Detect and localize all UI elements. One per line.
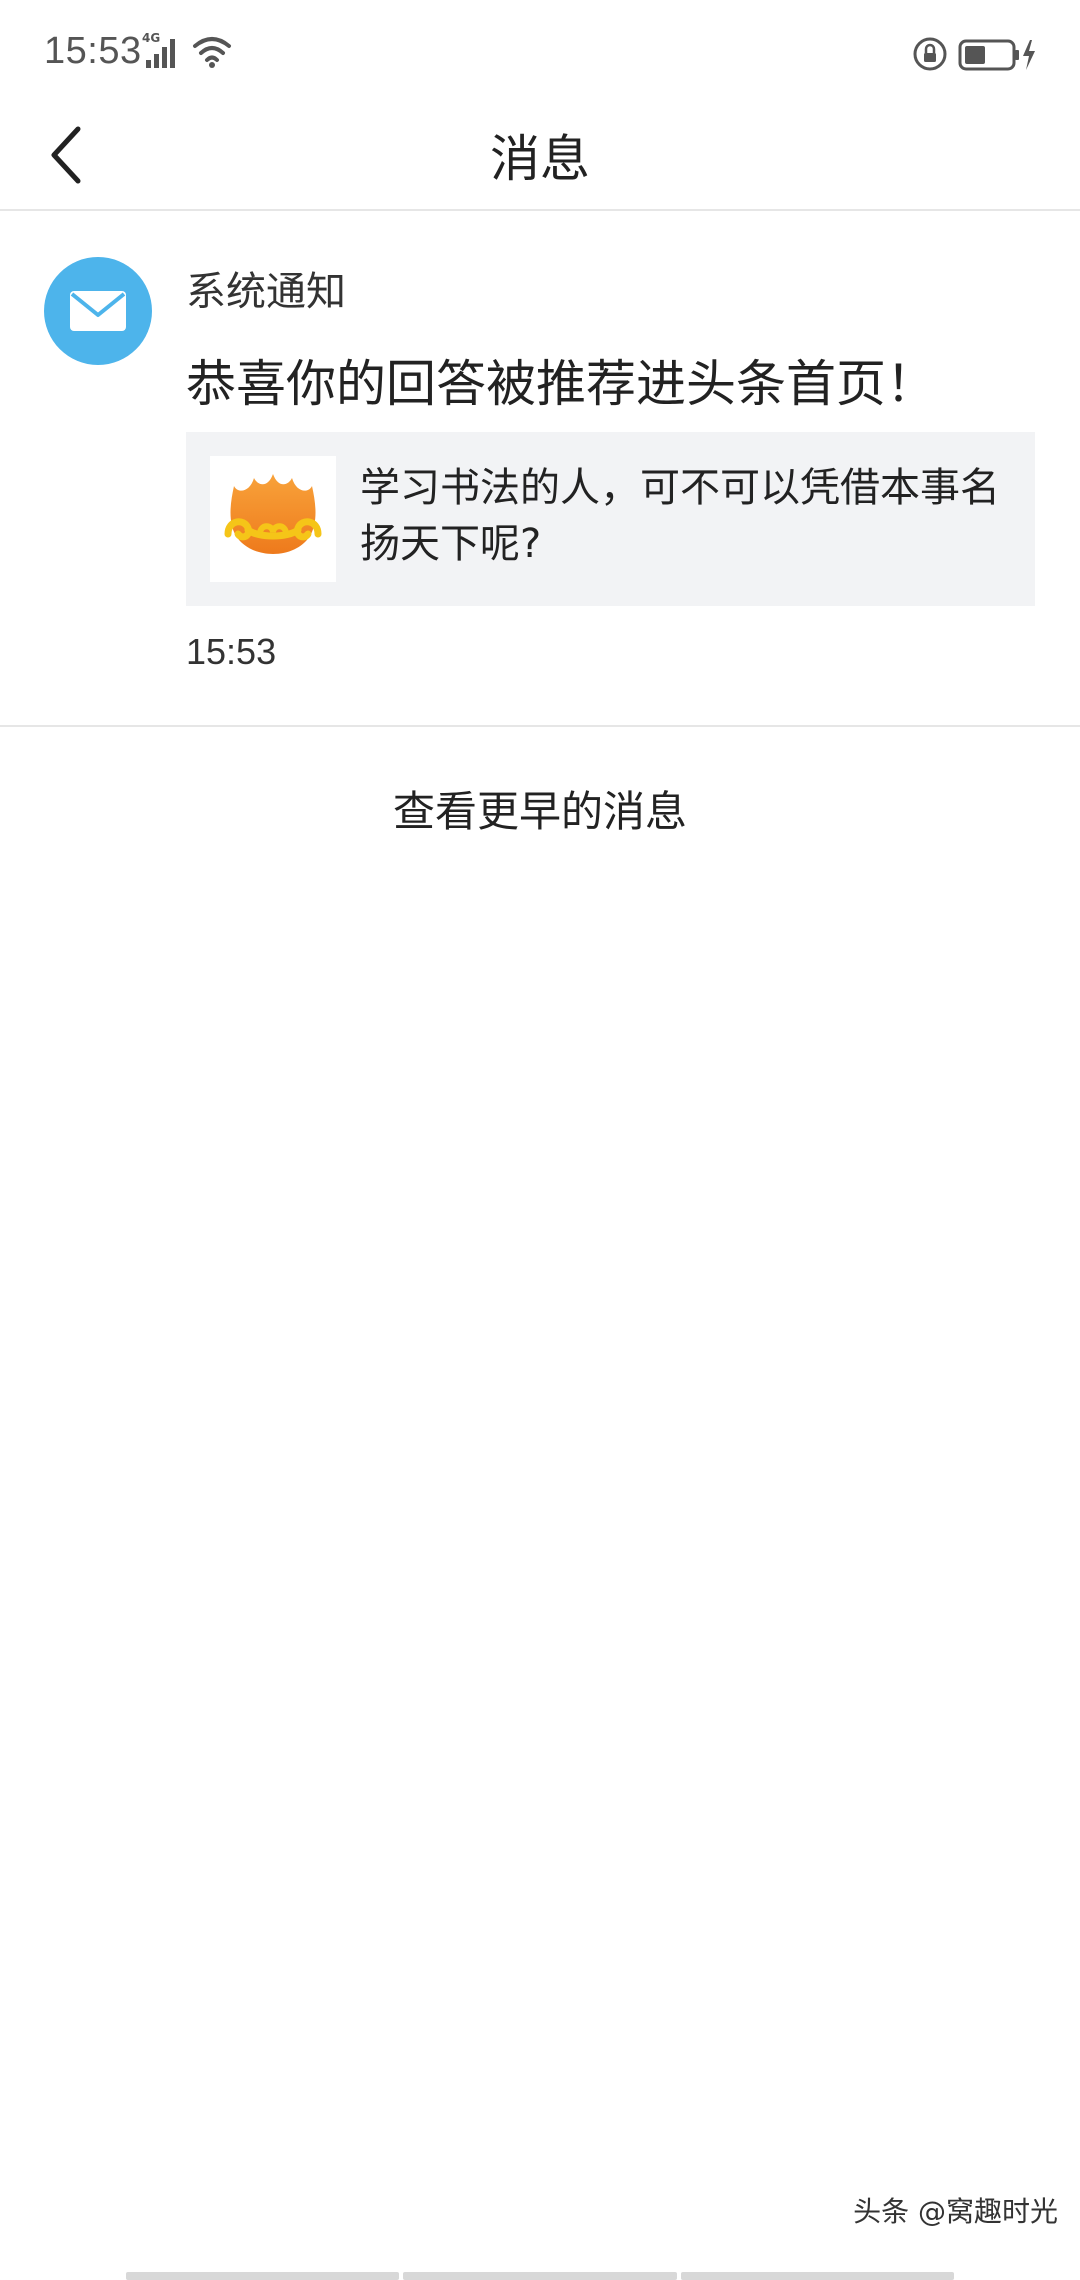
avatar bbox=[44, 257, 152, 365]
header-bar: 消息 bbox=[0, 105, 1080, 211]
nav-segment-left[interactable] bbox=[126, 2272, 400, 2280]
message-time: 15:53 bbox=[186, 631, 277, 672]
status-bar: 15:53 4G bbox=[0, 0, 1080, 105]
message-item[interactable]: 系统通知 恭喜你的回答被推荐进头条首页！ 学习书法的人，可不可以凭借本事名扬天下… bbox=[0, 211, 1080, 727]
messages-screen: 15:53 4G 消息 系统通知 恭喜你的回答被推荐进头条首页！ 学习书法的人，… bbox=[0, 0, 1080, 2280]
nav-segment-center[interactable] bbox=[403, 2272, 677, 2280]
wifi-icon bbox=[192, 34, 232, 70]
network-type-label: 4G bbox=[142, 31, 161, 45]
view-earlier-messages-link[interactable]: 查看更早的消息 bbox=[0, 778, 1080, 839]
question-title: 学习书法的人，可不可以凭借本事名扬天下呢? bbox=[360, 465, 1000, 567]
page-title: 消息 bbox=[490, 130, 590, 188]
flame-cloud-icon bbox=[224, 474, 322, 554]
signal-icon: 4G bbox=[142, 31, 188, 70]
nav-segment-right[interactable] bbox=[680, 2272, 954, 2280]
quoted-question-card[interactable]: 学习书法的人，可不可以凭借本事名扬天下呢? bbox=[186, 432, 1035, 606]
question-thumbnail bbox=[210, 456, 336, 582]
rotation-lock-icon bbox=[912, 36, 948, 72]
envelope-icon bbox=[70, 291, 126, 331]
battery-icon bbox=[958, 38, 1038, 72]
message-text: 恭喜你的回答被推荐进头条首页！ bbox=[186, 355, 936, 413]
watermark: 头条 @窝趣时光 bbox=[853, 2195, 1058, 2228]
status-time: 15:53 bbox=[44, 30, 142, 72]
sender-name: 系统通知 bbox=[186, 269, 346, 315]
navigation-gesture-bar[interactable] bbox=[126, 2272, 954, 2280]
